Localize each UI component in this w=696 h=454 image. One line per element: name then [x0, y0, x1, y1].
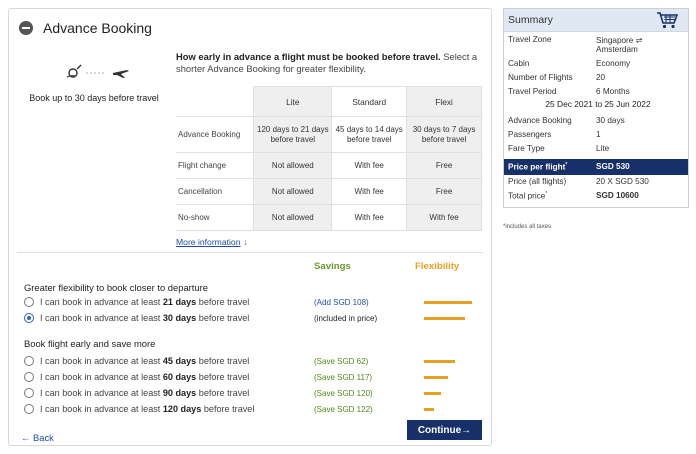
table-cell: Not allowed: [253, 204, 333, 231]
row-label: Advance Booking: [176, 116, 255, 153]
table-cell: Not allowed: [253, 152, 333, 179]
fare-comparison-table: Lite Standard Flexi Advance Booking 120 …: [176, 86, 482, 231]
option-price: (Add SGD 108): [314, 297, 369, 307]
radio-button[interactable]: [24, 356, 34, 366]
option-price: (Save SGD 62): [314, 356, 369, 366]
group-title-save: Book flight early and save more: [24, 338, 156, 349]
more-information-link[interactable]: More information ↓: [176, 237, 248, 247]
summary-title: Summary: [508, 14, 553, 26]
advance-option[interactable]: I can book in advance at least 90 days b…: [24, 386, 484, 400]
table-cell: 120 days to 21 days before travel: [253, 116, 333, 153]
booking-limit-text: Book up to 30 days before travel: [29, 93, 159, 103]
table-row: Advance Booking 120 days to 21 days befo…: [176, 116, 482, 153]
row-label: No-show: [176, 204, 255, 231]
table-cell: With fee: [331, 152, 408, 179]
option-label: I can book in advance at least 120 days …: [40, 404, 255, 414]
table-row: No-show Not allowed With fee With fee: [176, 204, 482, 231]
radio-button[interactable]: [24, 372, 34, 382]
table-cell: With fee: [331, 204, 408, 231]
summary-price-per-flight: Price per flight* SGD 530: [504, 159, 688, 175]
radio-button[interactable]: [24, 313, 34, 323]
booking-illustration-icon: [66, 64, 129, 78]
advance-option[interactable]: I can book in advance at least 21 days b…: [24, 295, 484, 309]
radio-button[interactable]: [24, 297, 34, 307]
table-row: Flight change Not allowed With fee Free: [176, 152, 482, 179]
advance-booking-description: How early in advance a flight must be bo…: [176, 51, 478, 74]
summary-panel: Summary Travel Zone Singapore ⇌ Amsterda…: [503, 8, 689, 208]
advance-option[interactable]: I can book in advance at least 30 days b…: [24, 311, 484, 325]
table-cell: 30 days to 7 days before travel: [406, 116, 482, 153]
taxes-note: *includes all taxes: [503, 224, 552, 230]
savings-column-heading: Savings: [314, 261, 351, 272]
collapse-minus-icon[interactable]: [19, 21, 33, 35]
advance-option[interactable]: I can book in advance at least 120 days …: [24, 402, 484, 416]
row-label: Cancellation: [176, 178, 255, 205]
option-price: (Save SGD 120): [314, 388, 373, 398]
shopping-cart-icon: [657, 12, 678, 29]
advance-option[interactable]: I can book in advance at least 60 days b…: [24, 370, 484, 384]
option-label: I can book in advance at least 90 days b…: [40, 388, 250, 398]
advance-option[interactable]: I can book in advance at least 45 days b…: [24, 354, 484, 368]
option-label: I can book in advance at least 45 days b…: [40, 356, 250, 366]
summary-header: Summary: [504, 9, 688, 32]
section-title: Advance Booking: [43, 20, 152, 36]
divider: [17, 252, 483, 253]
option-price: (Save SGD 117): [314, 372, 373, 382]
table-cell: Free: [406, 152, 482, 179]
radio-button[interactable]: [24, 404, 34, 414]
flexibility-bar: [424, 408, 434, 411]
table-cell: 45 days to 14 days before travel: [331, 116, 408, 153]
table-row: Cancellation Not allowed With fee Free: [176, 178, 482, 205]
fare-col-lite: Lite: [253, 86, 333, 117]
option-price: (Save SGD 122): [314, 404, 373, 414]
continue-button[interactable]: Continue→: [407, 420, 482, 440]
option-price: (included in price): [314, 313, 378, 323]
row-label: Flight change: [176, 152, 255, 179]
section-header[interactable]: Advance Booking: [19, 18, 152, 38]
arrow-down-icon: ↓: [243, 237, 248, 247]
flexibility-bar: [424, 301, 472, 304]
flexibility-bar: [424, 392, 441, 395]
option-label: I can book in advance at least 21 days b…: [40, 297, 250, 307]
table-cell: Not allowed: [253, 178, 333, 205]
group-title-flexibility: Greater flexibility to book closer to de…: [24, 282, 208, 293]
advance-booking-card: Advance Booking Book up to 30 days befor…: [8, 8, 492, 446]
option-label: I can book in advance at least 60 days b…: [40, 372, 250, 382]
back-link[interactable]: ← Back: [21, 432, 54, 443]
table-cell: With fee: [331, 178, 408, 205]
option-label: I can book in advance at least 30 days b…: [40, 313, 250, 323]
fare-table-corner: [176, 87, 254, 117]
flexibility-column-heading: Flexibility: [415, 261, 460, 272]
flexibility-bar: [424, 317, 465, 320]
flexibility-bar: [424, 376, 448, 379]
flexibility-bar: [424, 360, 455, 363]
fare-col-standard: Standard: [331, 86, 408, 117]
table-cell: With fee: [406, 204, 482, 231]
radio-button[interactable]: [24, 388, 34, 398]
fare-col-flexi: Flexi: [406, 86, 482, 117]
table-cell: Free: [406, 178, 482, 205]
